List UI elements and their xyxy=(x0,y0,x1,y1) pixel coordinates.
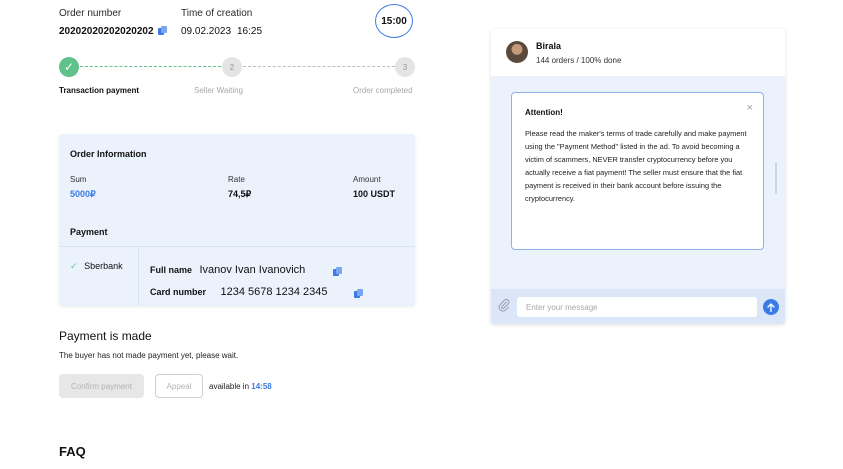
check-icon: ✓ xyxy=(70,261,78,271)
step-3-indicator: 3 xyxy=(395,57,415,77)
payment-section-title: Payment xyxy=(70,227,108,237)
creation-time: 16:25 xyxy=(237,26,263,37)
full-name-row: Full name Ivanov Ivan Ivanovich xyxy=(150,260,305,278)
payment-made-text: The buyer has not made payment yet, plea… xyxy=(59,351,239,360)
payment-method-name: Sberbank xyxy=(84,261,123,271)
step-connector-done xyxy=(80,66,221,67)
chat-footer xyxy=(491,289,785,324)
faq-heading: FAQ xyxy=(59,444,86,459)
order-number-label: Order number xyxy=(59,8,122,19)
appeal-button[interactable]: Appeal xyxy=(155,374,203,398)
card-number-value: 1234 5678 1234 2345 xyxy=(220,286,328,298)
order-number-value: 20202020202020202 xyxy=(59,26,167,37)
confirm-payment-button[interactable]: Confirm payment xyxy=(59,374,144,398)
chat-header: Birala 144 orders / 100% done xyxy=(491,29,785,76)
step-3-label: Order completed xyxy=(353,86,413,95)
payment-column-divider xyxy=(138,246,139,306)
send-arrow-icon[interactable] xyxy=(763,299,779,315)
creation-date: 09.02.2023 xyxy=(181,26,232,37)
check-icon: ✓ xyxy=(63,60,75,74)
order-information-title: Order Information xyxy=(70,149,147,159)
card-number-row: Card number 1234 5678 1234 2345 xyxy=(150,282,328,300)
time-of-creation-label: Time of creation xyxy=(181,8,253,19)
copy-icon[interactable] xyxy=(354,289,364,298)
rate-value: 74,5₽ xyxy=(228,189,252,199)
step-2-label: Seller Waiting xyxy=(194,86,244,95)
close-icon[interactable]: × xyxy=(747,102,753,114)
counterparty-name: Birala xyxy=(536,41,562,51)
sum-value: 5000₽ xyxy=(70,189,96,199)
payment-made-title: Payment is made xyxy=(59,329,152,343)
amount-label: Amount xyxy=(353,175,381,184)
step-2-indicator: 2 xyxy=(222,57,242,77)
chat-panel: Birala 144 orders / 100% done Attention!… xyxy=(491,29,785,324)
avatar xyxy=(506,41,528,63)
payment-divider xyxy=(59,246,415,247)
amount-value: 100 USDT xyxy=(353,189,396,199)
attention-notice: Attention! × Please read the maker's ter… xyxy=(511,92,764,250)
message-input[interactable] xyxy=(517,297,757,317)
appeal-availability: available in 14:58 xyxy=(209,382,272,391)
rate-label: Rate xyxy=(228,175,245,184)
order-information-card xyxy=(59,134,415,306)
step-connector-pending xyxy=(243,66,395,67)
step-1-label: Transaction payment xyxy=(59,86,140,95)
order-number-text: 20202020202020202 xyxy=(59,26,154,37)
attention-title: Attention! xyxy=(525,108,563,117)
countdown-timer: 15:00 xyxy=(375,4,413,38)
counterparty-stats: 144 orders / 100% done xyxy=(536,56,622,65)
chat-scrollbar[interactable] xyxy=(775,162,777,194)
copy-icon[interactable] xyxy=(333,267,342,276)
card-number-label: Card number xyxy=(150,287,207,297)
payment-method-option[interactable]: ✓ Sberbank xyxy=(70,261,123,272)
step-1-done: ✓ xyxy=(59,57,79,77)
copy-icon[interactable] xyxy=(157,26,167,35)
attention-text: Please read the maker's terms of trade c… xyxy=(525,129,747,203)
available-in-text: available in xyxy=(209,382,250,391)
available-in-time: 14:58 xyxy=(251,382,272,391)
full-name-label: Full name xyxy=(150,265,193,275)
paperclip-icon[interactable] xyxy=(498,298,510,315)
full-name-value: Ivanov Ivan Ivanovich xyxy=(199,264,306,276)
sum-label: Sum xyxy=(70,175,87,184)
